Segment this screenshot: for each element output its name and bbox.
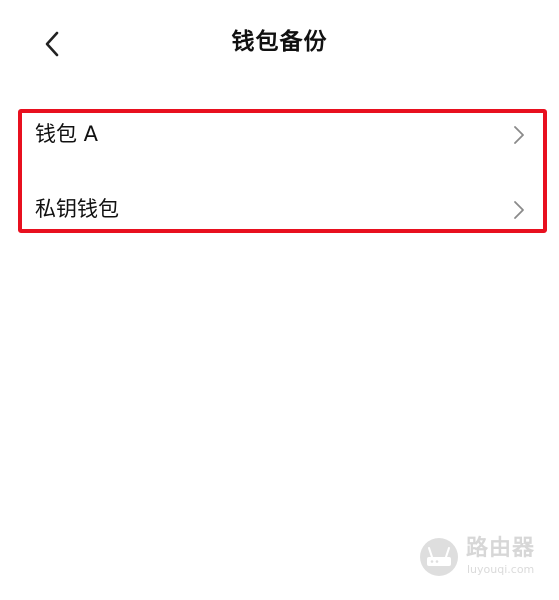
top-bar: 钱包备份 <box>0 0 559 86</box>
page-title: 钱包备份 <box>231 29 328 55</box>
list-item-wallet-a[interactable]: 钱包 A <box>22 106 539 164</box>
chevron-right-icon <box>514 126 524 144</box>
chevron-right-icon <box>514 201 524 219</box>
list-item-private-key-wallet[interactable]: 私钥钱包 <box>22 181 539 239</box>
watermark: 路由器 luyouqi.com <box>418 533 548 583</box>
list-item-label: 钱包 A <box>35 122 99 146</box>
watermark-brand: 路由器 <box>466 536 536 561</box>
list-item-label: 私钥钱包 <box>35 197 119 221</box>
router-logo-icon <box>420 538 458 576</box>
watermark-domain: luyouqi.com <box>467 563 535 576</box>
